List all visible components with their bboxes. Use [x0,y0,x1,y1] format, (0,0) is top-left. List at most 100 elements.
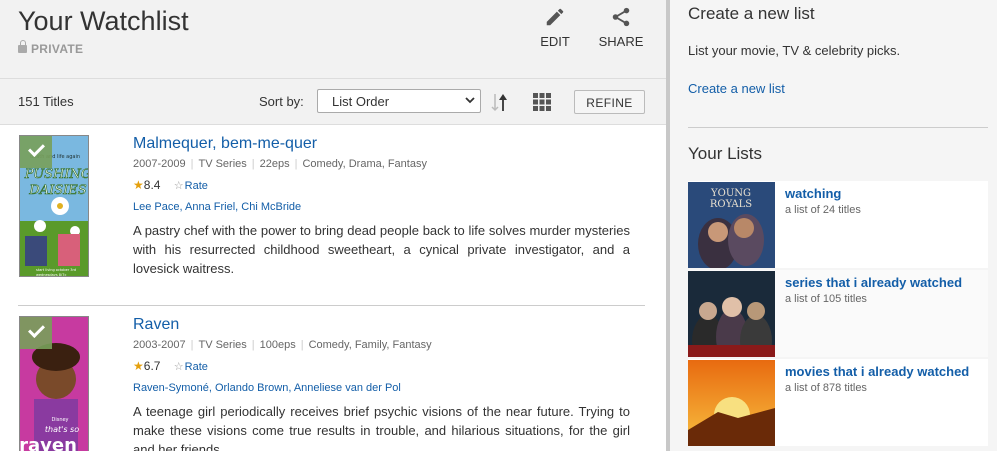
list-item: death and life again PUSHING DAISIES sta… [0,125,666,305]
sort-by-label: Sort by: [259,94,304,109]
item-cast: Lee Pace, Anna Friel, Chi McBride [133,201,302,213]
poster-brand: Disney [51,417,68,423]
star-outline-icon: ☆ [173,180,184,192]
item-type: TV Series [198,158,247,170]
sort-select[interactable]: List Order [317,89,481,113]
item-meta: 2003-2007 | TV Series | 100eps | Comedy, Famil… [133,337,630,353]
pencil-icon [546,8,564,26]
list-name-link[interactable]: movies that i already watched [785,364,969,379]
cast-link[interactable]: Anna Friel [185,201,235,213]
create-list-description: List your movie, TV & celebrity picks. [688,43,901,58]
sort-direction-icon[interactable] [488,91,510,113]
share-label: SHARE [598,34,644,49]
rate-label: Rate [184,180,208,192]
item-episodes: 100eps [259,339,296,351]
poster-title-2: DAISIES [28,183,86,198]
item-plot: A pastry chef with the power to bring de… [133,223,630,276]
poster-caption-1: start living october 3rd [36,268,76,272]
item-rating: ★8.4 ☆Rate [133,177,630,194]
poster-title-1: that's so [45,425,79,434]
share-button[interactable]: SHARE [596,6,646,49]
item-title-link[interactable]: Raven [133,316,630,334]
star-outline-icon: ☆ [173,361,184,373]
rating-value: 8.4 [143,178,161,192]
cast-link[interactable]: Lee Pace [133,201,179,213]
list-thumbnail [688,271,775,357]
list-count: a list of 105 titles [785,293,867,305]
cast-link[interactable]: Raven-Symoné [133,382,209,394]
create-list-heading: Create a new list [688,4,815,23]
list-thumbnail [688,360,775,446]
item-episodes: 22eps [259,158,290,170]
create-list-link[interactable]: Create a new list [688,81,785,96]
poster-title-1: PUSHING [24,167,89,182]
poster-title-2: raven [20,435,77,451]
separator: | [190,339,194,351]
grid-view-icon[interactable] [533,93,551,111]
item-genres: Comedy, Family, Fantasy [308,339,432,351]
list-card-watching[interactable]: YOUNG ROYALS watching a list of 24 title… [688,181,988,268]
privacy-status: PRIVATE [18,40,84,56]
watchlist-main: Your Watchlist PRIVATE EDIT SHARE 151 Ti… [0,0,666,451]
item-info: Malmequer, bem-me-quer 2007-2009 | TV Seri… [133,135,630,278]
your-lists-heading: Your Lists [688,144,763,163]
edit-label: EDIT [540,34,570,49]
title-count: 151 Titles [18,94,74,109]
star-icon: ★ [133,178,144,192]
item-years: 2003-2007 [133,339,186,351]
list-name-link[interactable]: watching [785,186,841,201]
list-count: a list of 878 titles [785,382,867,394]
separator: | [251,158,255,170]
separator: | [251,339,255,351]
separator: | [300,339,304,351]
chevron-down-icon [465,97,475,104]
list-info: watching a list of 24 titles [785,186,975,218]
list-count: a list of 24 titles [785,204,861,216]
list-info: movies that i already watched a list of … [785,364,975,396]
item-genres: Comedy, Drama, Fantasy [302,158,427,170]
lock-icon [18,40,27,53]
rate-label: Rate [184,361,208,373]
share-icon [612,7,630,27]
privacy-label: PRIVATE [31,42,84,56]
edit-button[interactable]: EDIT [536,6,574,49]
item-info: Raven 2003-2007 | TV Series | 100eps | Comedy,… [133,316,630,451]
rate-button[interactable]: ☆Rate [174,180,208,192]
rating-value: 6.7 [143,359,161,373]
list-name-link[interactable]: series that i already watched [785,275,962,290]
item-plot: A teenage girl periodically receives bri… [133,404,630,451]
checkmark-icon[interactable] [20,317,52,349]
star-icon: ★ [133,359,144,373]
list-card-movies-watched[interactable]: movies that i already watched a list of … [688,359,988,446]
refine-button[interactable]: REFINE [574,90,645,114]
item-title-link[interactable]: Malmequer, bem-me-quer [133,135,630,153]
item-years: 2007-2009 [133,158,186,170]
page-title: Your Watchlist [18,6,189,36]
page: Your Watchlist PRIVATE EDIT SHARE 151 Ti… [0,0,997,451]
separator: | [190,158,194,170]
item-type: TV Series [198,339,247,351]
list-item: Disney that's so raven Raven 2003-2007 | T… [18,305,645,451]
sidebar-divider [688,127,988,128]
list-info: series that i already watched a list of … [785,275,975,307]
checkmark-icon[interactable] [20,136,52,168]
item-meta: 2007-2009 | TV Series | 22eps | Comedy, Drama,… [133,156,630,172]
watchlist-header: Your Watchlist PRIVATE EDIT SHARE [0,0,666,78]
cast-link[interactable]: Chi McBride [241,201,301,213]
poster-image[interactable]: death and life again PUSHING DAISIES sta… [19,135,89,277]
cast-link[interactable]: Orlando Brown [215,382,288,394]
list-thumbnail: YOUNG ROYALS [688,182,775,268]
separator: | [294,158,298,170]
thumbnail-art [688,271,775,357]
item-rating: ★6.7 ☆Rate [133,358,630,375]
thumbnail-title-2: ROYALS [710,199,752,210]
list-toolbar: 151 Titles Sort by: List Order REFINE [0,78,666,125]
item-cast: Raven-Symoné, Orlando Brown, Anneliese v… [133,382,401,394]
rate-button[interactable]: ☆Rate [174,361,208,373]
list-card-series-watched[interactable]: series that i already watched a list of … [688,270,988,357]
sidebar: Create a new list List your movie, TV & … [670,0,997,451]
poster-image[interactable]: Disney that's so raven [19,316,89,451]
sort-select-value: List Order [332,94,390,109]
cast-link[interactable]: Anneliese van der Pol [294,382,401,394]
thumbnail-art: YOUNG ROYALS [688,182,775,268]
